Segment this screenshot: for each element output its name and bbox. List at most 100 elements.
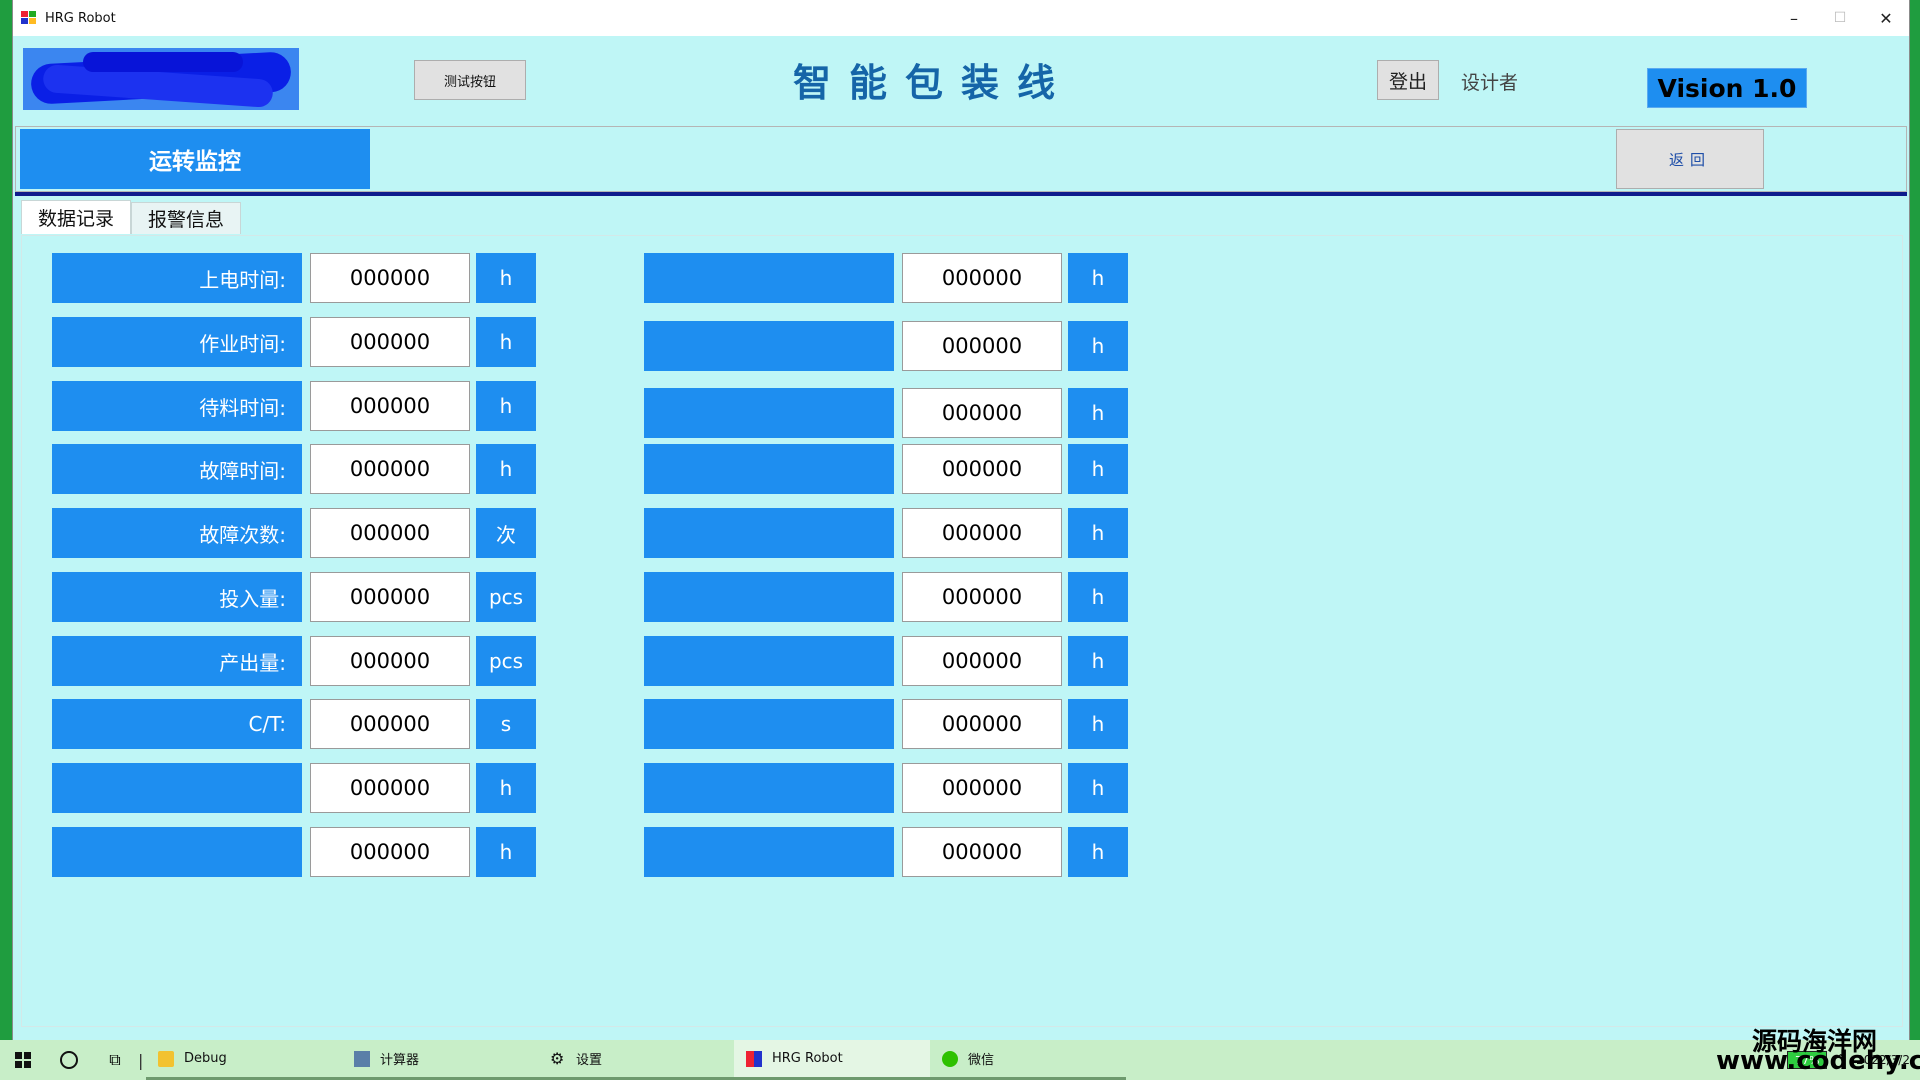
back-button[interactable]: 返回 bbox=[1616, 129, 1764, 189]
taskbar-app-label: 设置 bbox=[576, 1053, 603, 1068]
unit-label: h bbox=[476, 381, 536, 431]
row-label: 投入量: bbox=[52, 572, 302, 622]
value-field[interactable]: 000000 bbox=[902, 636, 1062, 686]
gear-icon: ⚙ bbox=[550, 1048, 565, 1068]
value-field[interactable]: 000000 bbox=[902, 827, 1062, 877]
value-field[interactable]: 000000 bbox=[902, 388, 1062, 438]
taskbar-app-debug[interactable]: Debug bbox=[146, 1040, 342, 1080]
version-badge: Vision 1.0 bbox=[1647, 68, 1807, 108]
unit-label: h bbox=[1068, 827, 1128, 877]
taskbar-app-label: Debug bbox=[184, 1051, 227, 1066]
window-title: HRG Robot bbox=[45, 10, 116, 26]
taskbar-app-label: 微信 bbox=[968, 1053, 995, 1068]
value-field[interactable]: 000000 bbox=[310, 381, 470, 431]
unit-label: h bbox=[1068, 253, 1128, 303]
unit-label: h bbox=[476, 253, 536, 303]
unit-label: h bbox=[1068, 321, 1128, 371]
task-view-icon: ⧉ bbox=[109, 1050, 121, 1069]
row-label bbox=[644, 827, 894, 877]
row-label bbox=[52, 763, 302, 813]
taskbar-separator: | bbox=[138, 1050, 144, 1070]
value-field[interactable]: 000000 bbox=[310, 253, 470, 303]
search-button[interactable] bbox=[46, 1051, 92, 1069]
value-field[interactable]: 000000 bbox=[310, 572, 470, 622]
row-label: 待料时间: bbox=[52, 381, 302, 431]
unit-label: h bbox=[1068, 444, 1128, 494]
value-field[interactable]: 000000 bbox=[310, 508, 470, 558]
row-label bbox=[644, 388, 894, 438]
value-field[interactable]: 000000 bbox=[902, 253, 1062, 303]
unit-label: h bbox=[1068, 388, 1128, 438]
row-label bbox=[644, 636, 894, 686]
value-field[interactable]: 000000 bbox=[310, 317, 470, 367]
tab-alarm-info[interactable]: 报警信息 bbox=[131, 202, 242, 234]
row-label bbox=[644, 321, 894, 371]
row-label: 上电时间: bbox=[52, 253, 302, 303]
window-controls: – ☐ ✕ bbox=[1771, 0, 1909, 36]
value-field[interactable]: 000000 bbox=[902, 763, 1062, 813]
header: 测试按钮 智能包装线 登出 设计者 Vision 1.0 bbox=[13, 36, 1909, 116]
row-label bbox=[644, 508, 894, 558]
panel-title: 运转监控 bbox=[20, 129, 370, 189]
unit-label: h bbox=[476, 827, 536, 877]
divider bbox=[15, 192, 1907, 196]
title-bar: HRG Robot – ☐ ✕ bbox=[13, 0, 1909, 37]
unit-label: pcs bbox=[476, 572, 536, 622]
minimize-button[interactable]: – bbox=[1771, 0, 1817, 36]
data-records-panel: 上电时间: 000000 h 作业时间: 000000 h 待料时间: 000000 h 故障时间… bbox=[21, 235, 1903, 1027]
unit-label: h bbox=[1068, 572, 1128, 622]
wechat-icon bbox=[942, 1050, 958, 1067]
value-field[interactable]: 000000 bbox=[310, 636, 470, 686]
app-icon bbox=[746, 1050, 762, 1067]
row-label bbox=[644, 763, 894, 813]
value-field[interactable]: 000000 bbox=[310, 699, 470, 749]
row-label: 产出量: bbox=[52, 636, 302, 686]
folder-icon bbox=[158, 1050, 174, 1067]
tab-data-records[interactable]: 数据记录 bbox=[21, 200, 132, 234]
unit-label: h bbox=[476, 317, 536, 367]
panel-header: 运转监控 返回 bbox=[15, 126, 1907, 192]
value-field[interactable]: 000000 bbox=[902, 699, 1062, 749]
test-button[interactable]: 测试按钮 bbox=[414, 60, 526, 100]
taskbar-app-wechat[interactable]: 微信 bbox=[930, 1040, 1126, 1080]
unit-label: h bbox=[1068, 508, 1128, 558]
value-field[interactable]: 000000 bbox=[310, 763, 470, 813]
start-button[interactable] bbox=[0, 1040, 46, 1080]
calculator-icon bbox=[354, 1050, 370, 1067]
taskbar-app-label: 计算器 bbox=[380, 1053, 420, 1068]
close-button[interactable]: ✕ bbox=[1863, 0, 1909, 36]
search-icon bbox=[60, 1051, 78, 1069]
taskbar-app-label: HRG Robot bbox=[772, 1051, 843, 1066]
maximize-button[interactable]: ☐ bbox=[1817, 0, 1863, 36]
unit-label: 次 bbox=[476, 508, 536, 558]
unit-label: h bbox=[476, 444, 536, 494]
app-window: HRG Robot – ☐ ✕ 测试按钮 智能包装线 登出 设计者 Vision… bbox=[12, 0, 1910, 1040]
row-label bbox=[644, 444, 894, 494]
row-label: 作业时间: bbox=[52, 317, 302, 367]
row-label: 故障时间: bbox=[52, 444, 302, 494]
taskbar-app-hrg-robot[interactable]: HRG Robot bbox=[734, 1040, 930, 1080]
watermark-line-2: www.codehy.com bbox=[1716, 1046, 1920, 1076]
value-field[interactable]: 000000 bbox=[902, 508, 1062, 558]
row-label: C/T: bbox=[52, 699, 302, 749]
logout-button[interactable]: 登出 bbox=[1377, 60, 1439, 100]
task-view-button[interactable]: ⧉ bbox=[92, 1050, 138, 1070]
value-field[interactable]: 000000 bbox=[902, 321, 1062, 371]
value-field[interactable]: 000000 bbox=[310, 444, 470, 494]
value-field[interactable]: 000000 bbox=[310, 827, 470, 877]
row-label bbox=[52, 827, 302, 877]
unit-label: h bbox=[1068, 763, 1128, 813]
value-field[interactable]: 000000 bbox=[902, 572, 1062, 622]
taskbar-app-calculator[interactable]: 计算器 bbox=[342, 1040, 538, 1080]
row-label bbox=[644, 699, 894, 749]
unit-label: s bbox=[476, 699, 536, 749]
designer-label[interactable]: 设计者 bbox=[1461, 68, 1518, 95]
app-title: 智能包装线 bbox=[792, 61, 1073, 105]
value-field[interactable]: 000000 bbox=[902, 444, 1062, 494]
company-logo bbox=[23, 48, 299, 110]
unit-label: h bbox=[1068, 636, 1128, 686]
row-label bbox=[644, 253, 894, 303]
unit-label: h bbox=[476, 763, 536, 813]
taskbar-app-settings[interactable]: ⚙ 设置 bbox=[538, 1040, 734, 1080]
row-label bbox=[644, 572, 894, 622]
